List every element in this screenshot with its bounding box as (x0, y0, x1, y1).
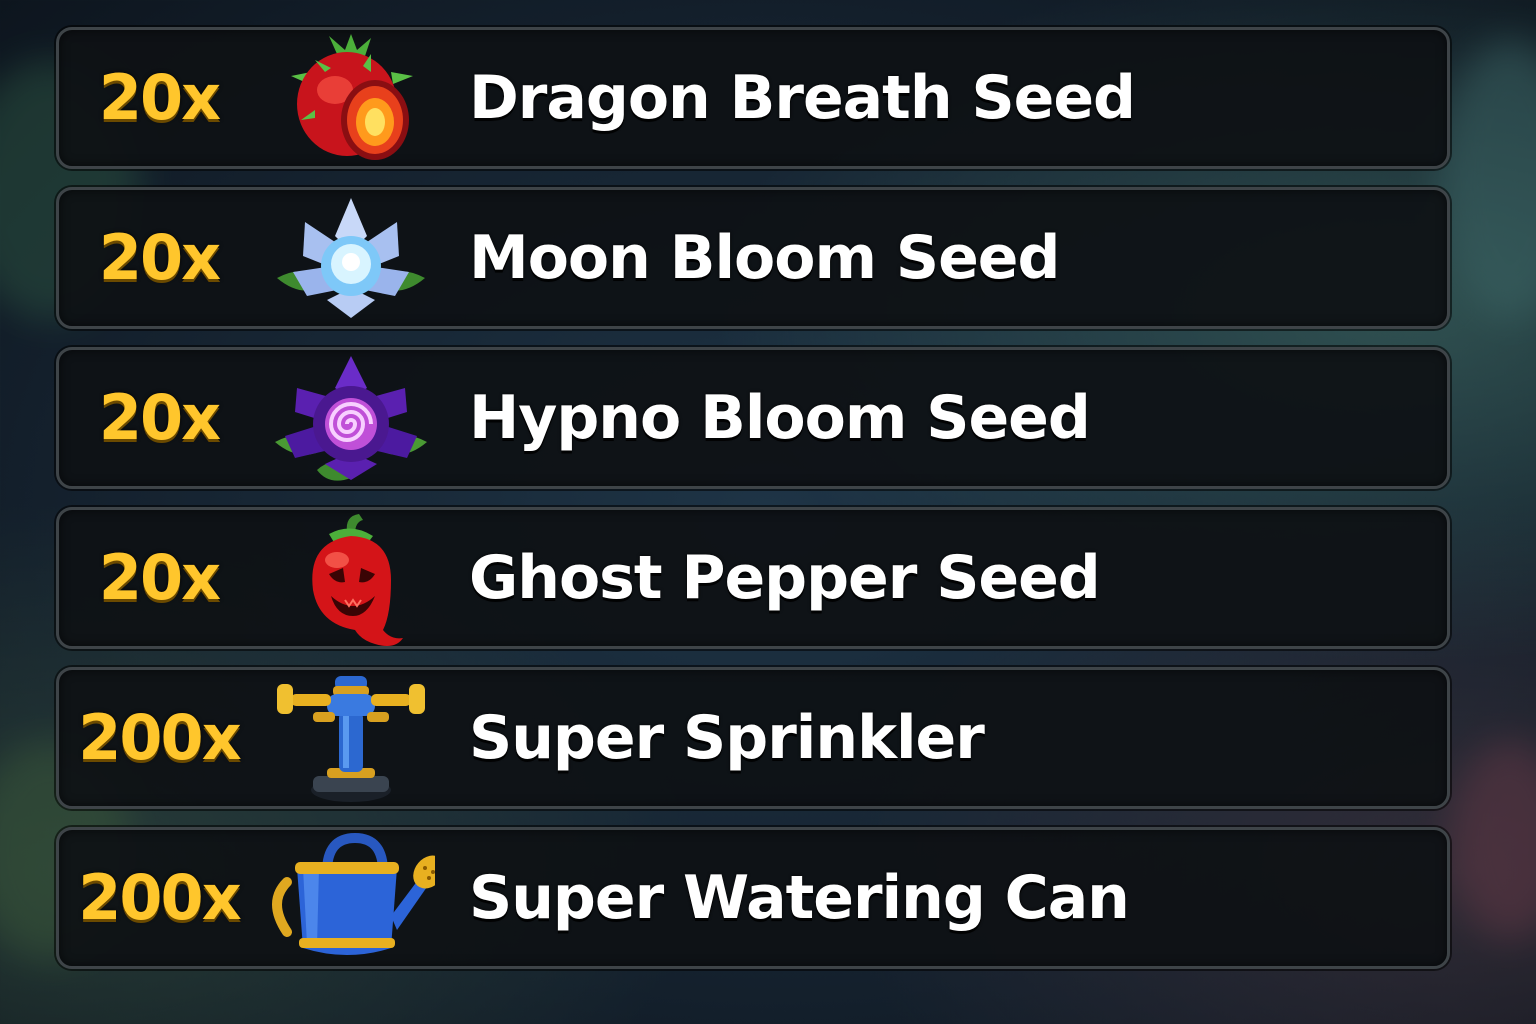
reward-name: Super Watering Can (469, 863, 1130, 933)
reward-row-super-sprinkler: 200x Super Sprinkler (56, 667, 1450, 809)
watering-can-icon (267, 832, 435, 966)
reward-row-super-watering-can: 200x Super Watering Can (56, 827, 1450, 969)
background-flowers (1450, 740, 1536, 940)
reward-row-hypno-bloom-seed: 20x Hypno Bloom Seed (56, 347, 1450, 489)
background-building (1440, 40, 1536, 320)
reward-name: Super Sprinkler (469, 703, 985, 773)
reward-quantity: 200x (78, 701, 241, 774)
sprinkler-icon (267, 672, 435, 806)
reward-row-ghost-pepper-seed: 20x Ghost Pepper Seed (56, 507, 1450, 649)
reward-name: Ghost Pepper Seed (469, 543, 1101, 613)
reward-row-moon-bloom-seed: 20x Moon Bloom Seed (56, 187, 1450, 329)
ghost-pepper-icon (267, 512, 435, 646)
reward-list: 20x Dragon Breath Seed 20x Moon Bloom Se… (56, 27, 1450, 987)
reward-quantity: 20x (98, 541, 221, 614)
reward-name: Moon Bloom Seed (469, 223, 1060, 293)
reward-quantity: 20x (98, 221, 221, 294)
reward-quantity: 20x (98, 381, 221, 454)
moon-bloom-icon (267, 192, 435, 326)
reward-quantity: 200x (78, 861, 241, 934)
dragon-fruit-icon (267, 32, 435, 166)
reward-name: Dragon Breath Seed (469, 63, 1136, 133)
hypno-bloom-icon (267, 352, 435, 486)
reward-quantity: 20x (98, 61, 221, 134)
reward-row-dragon-breath-seed: 20x Dragon Breath Seed (56, 27, 1450, 169)
reward-name: Hypno Bloom Seed (469, 383, 1091, 453)
